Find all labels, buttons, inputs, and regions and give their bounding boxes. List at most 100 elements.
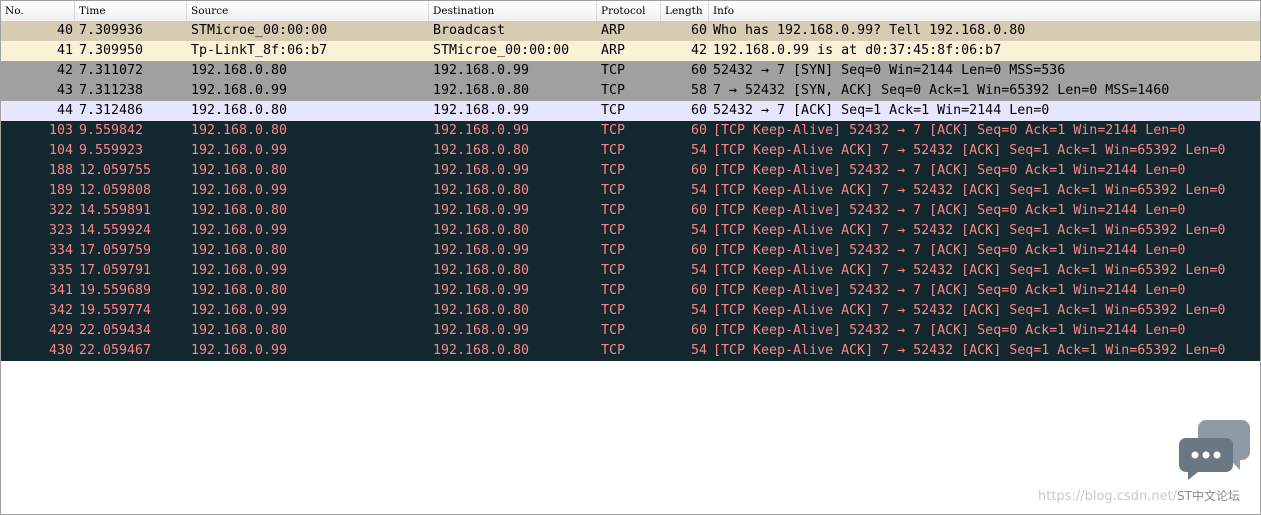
cell-length: 60 (690, 123, 707, 138)
cell-destination: 192.168.0.99 (433, 123, 530, 138)
packet-list-pane: No. Time Source Destination Protocol Len… (0, 0, 1261, 515)
watermark-url: https://blog.csdn.net/ (1037, 489, 1178, 504)
cell-no: 334 (48, 243, 73, 258)
cell-protocol: ARP (601, 43, 626, 58)
column-header-source[interactable]: Source (187, 1, 429, 21)
cell-no: 42 (56, 63, 73, 78)
packet-row[interactable]: 41 7.309950 Tp-LinkT_8f:06:b7 STMicroe_00:0… (1, 41, 1260, 61)
cell-info: [TCP Keep-Alive ACK] 7 → 52432 [ACK] Seq… (713, 263, 1226, 278)
cell-info: [TCP Keep-Alive ACK] 7 → 52432 [ACK] Seq… (713, 143, 1226, 158)
cell-info: [TCP Keep-Alive] 52432 → 7 [ACK] Seq=0 A… (713, 203, 1186, 218)
cell-info: [TCP Keep-Alive] 52432 → 7 [ACK] Seq=0 A… (713, 243, 1186, 258)
cell-no: 342 (48, 303, 73, 318)
cell-destination: 192.168.0.80 (433, 263, 530, 278)
cell-protocol: TCP (601, 223, 626, 238)
cell-destination: 192.168.0.99 (433, 323, 530, 338)
cell-info: 192.168.0.99 is at d0:37:45:8f:06:b7 (713, 43, 1002, 58)
packet-row[interactable]: 335 17.059791 192.168.0.99 192.168.0.80 TCP 5… (1, 261, 1260, 281)
packet-row[interactable]: 44 7.312486 192.168.0.80 192.168.0.99 TCP 60 5… (1, 101, 1260, 121)
packet-row[interactable]: 43 7.311238 192.168.0.99 192.168.0.80 TCP 58 7… (1, 81, 1260, 101)
cell-time: 17.059759 (79, 243, 152, 258)
cell-length: 42 (690, 43, 707, 58)
packet-row[interactable]: 103 9.559842 192.168.0.80 192.168.0.99 TCP 60… (1, 121, 1260, 141)
cell-time: 9.559923 (79, 143, 144, 158)
cell-source: 192.168.0.99 (191, 303, 288, 318)
cell-no: 430 (48, 343, 73, 358)
cell-protocol: TCP (601, 143, 626, 158)
cell-no: 41 (56, 43, 73, 58)
packet-row[interactable]: 430 22.059467 192.168.0.99 192.168.0.80 TCP 5… (1, 341, 1260, 361)
cell-no: 429 (48, 323, 73, 338)
column-header-length[interactable]: Length (661, 1, 709, 21)
cell-destination: 192.168.0.80 (433, 303, 530, 318)
cell-no: 188 (48, 163, 73, 178)
packet-row[interactable]: 334 17.059759 192.168.0.80 192.168.0.99 TCP 6… (1, 241, 1260, 261)
cell-destination: Broadcast (433, 23, 506, 38)
column-header-destination[interactable]: Destination (429, 1, 597, 21)
cell-protocol: TCP (601, 163, 626, 178)
packet-row[interactable]: 42 7.311072 192.168.0.80 192.168.0.99 TCP 60 5… (1, 61, 1260, 81)
cell-length: 54 (690, 223, 707, 238)
cell-info: [TCP Keep-Alive] 52432 → 7 [ACK] Seq=0 A… (713, 163, 1186, 178)
cell-source: 192.168.0.80 (191, 283, 288, 298)
cell-destination: 192.168.0.99 (433, 103, 530, 118)
packet-row[interactable]: 429 22.059434 192.168.0.80 192.168.0.99 TCP 6… (1, 321, 1260, 341)
cell-no: 103 (48, 123, 73, 138)
packet-row[interactable]: 342 19.559774 192.168.0.99 192.168.0.80 TCP 5… (1, 301, 1260, 321)
cell-destination: 192.168.0.80 (433, 343, 530, 358)
packet-row[interactable]: 104 9.559923 192.168.0.99 192.168.0.80 TCP 54… (1, 141, 1260, 161)
cell-protocol: ARP (601, 23, 626, 38)
cell-length: 58 (690, 83, 707, 98)
cell-source: 192.168.0.99 (191, 343, 288, 358)
cell-source: Tp-LinkT_8f:06:b7 (191, 43, 328, 58)
cell-info: [TCP Keep-Alive ACK] 7 → 52432 [ACK] Seq… (713, 303, 1226, 318)
cell-no: 40 (56, 23, 73, 38)
cell-destination: 192.168.0.80 (433, 143, 530, 158)
packet-row[interactable]: 322 14.559891 192.168.0.80 192.168.0.99 TCP 6… (1, 201, 1260, 221)
cell-length: 60 (690, 63, 707, 78)
packet-rows: 40 7.309936 STMicroe_00:00:00 Broadcast ARP 6… (1, 21, 1260, 361)
cell-info: [TCP Keep-Alive ACK] 7 → 52432 [ACK] Seq… (713, 343, 1226, 358)
watermark-text: https://blog.csdn.net/ST中文论坛 (1038, 487, 1240, 504)
cell-info: [TCP Keep-Alive] 52432 → 7 [ACK] Seq=0 A… (713, 123, 1186, 138)
cell-time: 7.309936 (79, 23, 144, 38)
cell-protocol: TCP (601, 343, 626, 358)
packet-row[interactable]: 323 14.559924 192.168.0.99 192.168.0.80 TCP 5… (1, 221, 1260, 241)
cell-protocol: TCP (601, 83, 626, 98)
column-header-no[interactable]: No. (1, 1, 75, 21)
cell-destination: 192.168.0.80 (433, 83, 530, 98)
cell-protocol: TCP (601, 63, 626, 78)
cell-info: Who has 192.168.0.99? Tell 192.168.0.80 (713, 23, 1026, 38)
cell-destination: 192.168.0.99 (433, 63, 530, 78)
packet-row[interactable]: 189 12.059808 192.168.0.99 192.168.0.80 TCP 5… (1, 181, 1260, 201)
column-header-time[interactable]: Time (75, 1, 187, 21)
column-header-protocol[interactable]: Protocol (597, 1, 661, 21)
packet-row[interactable]: 188 12.059755 192.168.0.80 192.168.0.99 TCP 6… (1, 161, 1260, 181)
cell-time: 7.312486 (79, 103, 144, 118)
cell-destination: 192.168.0.99 (433, 283, 530, 298)
cell-time: 17.059791 (79, 263, 152, 278)
cell-info: 52432 → 7 [ACK] Seq=1 Ack=1 Win=2144 Len… (713, 103, 1050, 118)
cell-time: 7.311238 (79, 83, 144, 98)
cell-time: 9.559842 (79, 123, 144, 138)
cell-destination: 192.168.0.99 (433, 163, 530, 178)
cell-protocol: TCP (601, 243, 626, 258)
cell-source: 192.168.0.80 (191, 203, 288, 218)
packet-row[interactable]: 40 7.309936 STMicroe_00:00:00 Broadcast ARP 6… (1, 21, 1260, 41)
cell-destination: 192.168.0.99 (433, 243, 530, 258)
cell-source: 192.168.0.99 (191, 83, 288, 98)
cell-no: 323 (48, 223, 73, 238)
cell-destination: 192.168.0.99 (433, 203, 530, 218)
cell-protocol: TCP (601, 263, 626, 278)
cell-length: 60 (690, 323, 707, 338)
packet-row[interactable]: 341 19.559689 192.168.0.80 192.168.0.99 TCP 6… (1, 281, 1260, 301)
watermark-brand: ST中文论坛 (1177, 489, 1240, 503)
cell-length: 54 (690, 183, 707, 198)
cell-protocol: TCP (601, 123, 626, 138)
cell-destination: 192.168.0.80 (433, 223, 530, 238)
cell-length: 60 (690, 163, 707, 178)
column-header-info[interactable]: Info (709, 1, 1260, 21)
cell-length: 54 (690, 263, 707, 278)
cell-time: 12.059808 (79, 183, 152, 198)
cell-protocol: TCP (601, 203, 626, 218)
